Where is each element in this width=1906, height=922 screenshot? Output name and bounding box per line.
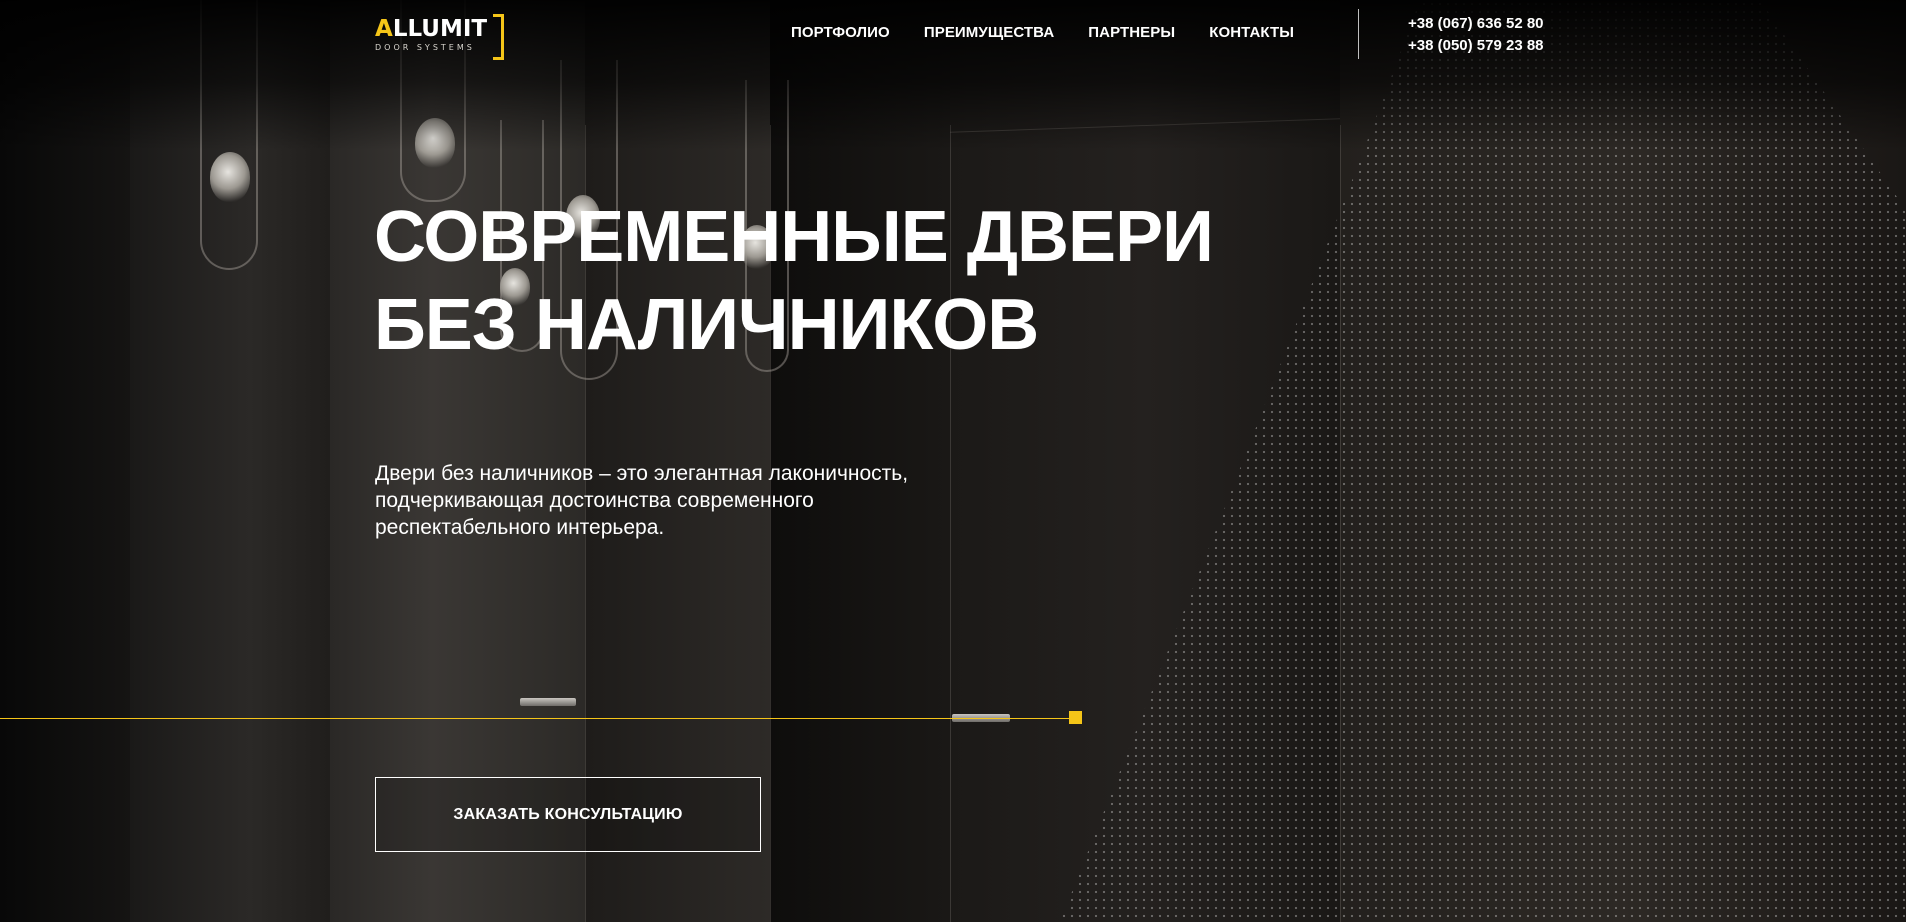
- accent-line: [0, 718, 1070, 719]
- logo-bracket-icon: [493, 14, 504, 60]
- order-consultation-button[interactable]: ЗАКАЗАТЬ КОНСУЛЬТАЦИЮ: [375, 777, 761, 852]
- nav-item-partners[interactable]: ПАРТНЕРЫ: [1088, 24, 1175, 41]
- phone-link[interactable]: +38 (050) 579 23 88: [1408, 35, 1558, 57]
- hero-title: СОВРЕМЕННЫЕ ДВЕРИ БЕЗ НАЛИЧНИКОВ: [374, 193, 1214, 369]
- logo[interactable]: ALLUMIT DOOR SYSTEMS: [375, 12, 505, 60]
- accent-square: [1069, 711, 1082, 724]
- logo-wordmark: ALLUMIT: [375, 16, 488, 42]
- hero-title-line: СОВРЕМЕННЫЕ ДВЕРИ: [374, 197, 1214, 277]
- header-divider: [1358, 9, 1359, 59]
- main-nav: ПОРТФОЛИО ПРЕИМУЩЕСТВА ПАРТНЕРЫ КОНТАКТЫ: [791, 24, 1294, 41]
- hero-title-line: БЕЗ НАЛИЧНИКОВ: [374, 285, 1039, 365]
- nav-item-contacts[interactable]: КОНТАКТЫ: [1209, 24, 1294, 41]
- nav-item-portfolio[interactable]: ПОРТФОЛИО: [791, 24, 890, 41]
- site-header: ALLUMIT DOOR SYSTEMS ПОРТФОЛИО ПРЕИМУЩЕС…: [0, 0, 1906, 70]
- hero-description: Двери без наличников – это элегантная ла…: [375, 462, 909, 539]
- phone-list: +38 (067) 636 52 80 +38 (050) 579 23 88: [1408, 13, 1558, 57]
- phone-link[interactable]: +38 (067) 636 52 80: [1408, 13, 1558, 35]
- hero-section: ALLUMIT DOOR SYSTEMS ПОРТФОЛИО ПРЕИМУЩЕС…: [0, 0, 1906, 922]
- nav-item-advantages[interactable]: ПРЕИМУЩЕСТВА: [924, 24, 1054, 41]
- logo-tagline: DOOR SYSTEMS: [375, 43, 475, 52]
- light-bulb: [210, 152, 250, 202]
- door-handle: [520, 698, 576, 706]
